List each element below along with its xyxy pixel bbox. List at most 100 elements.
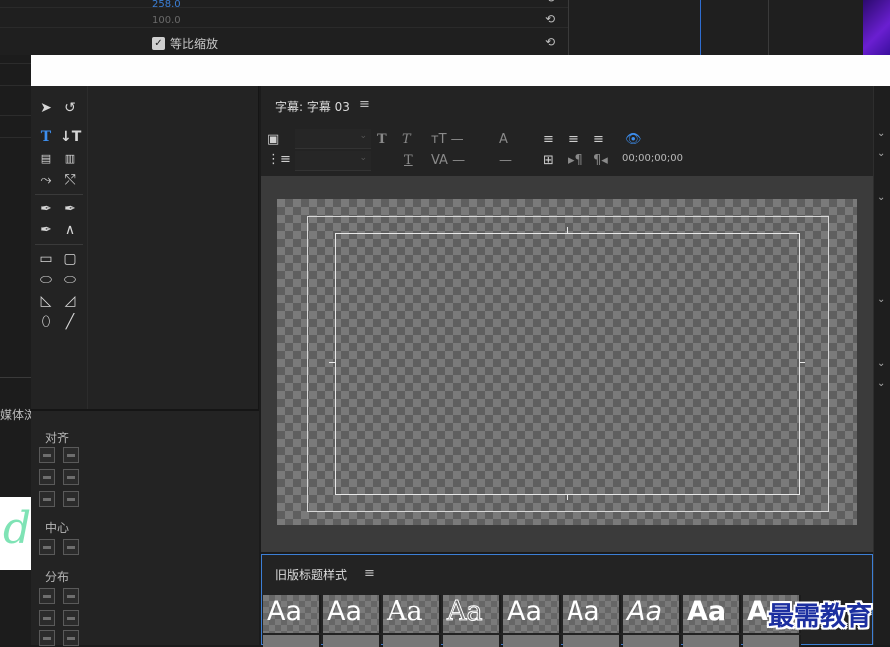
ellipse-tool-icon[interactable]: ⬯ [36,313,56,331]
ec-row: 258.0 ⟲ [0,0,568,10]
distribute-vcenter-icon[interactable] [63,610,79,626]
center-horizontal-icon[interactable] [39,539,55,555]
style-swatch[interactable] [263,635,321,647]
rotation-tool-icon[interactable]: ↺ [60,99,80,117]
underline-icon[interactable]: T [404,153,413,169]
clipped-rectangle-tool-icon[interactable]: ⬭ [36,271,56,289]
style-swatch[interactable] [323,635,381,647]
rounded-rectangle-tool-icon[interactable]: ▢ [60,250,80,268]
area-type-tool-icon[interactable]: ▤ [36,150,56,168]
style-swatch[interactable] [563,635,621,647]
style-swatch[interactable]: Aa [323,595,381,633]
chevron-down-icon[interactable]: ⌄ [877,192,885,203]
distribute-right-icon[interactable] [39,630,55,646]
panel-menu-icon[interactable]: ≡ [359,97,370,112]
chevron-down-icon[interactable]: ⌄ [877,128,885,139]
chevron-down-icon[interactable]: ⌄ [877,294,885,305]
divider [35,194,83,195]
style-swatch[interactable] [443,635,501,647]
divider [87,86,88,409]
style-swatch[interactable] [383,635,441,647]
value-field[interactable]: 258.0 [152,0,181,10]
align-right-text-icon[interactable]: ≡ [593,132,604,148]
new-title-icon[interactable]: ▣ [267,132,279,148]
font-family-dropdown[interactable]: ⌄ [295,129,371,149]
reset-icon[interactable]: ⟲ [545,0,559,4]
align-top-icon[interactable] [63,447,79,463]
rounded-corner-tool-icon[interactable]: ⬭ [60,271,80,289]
distribute-bottom-icon[interactable] [63,630,79,646]
align-left-icon[interactable] [39,447,55,463]
style-swatch[interactable]: Aa [383,595,441,633]
ec-row: 100.0 ⟲ [0,10,568,28]
rtl-text-icon[interactable]: ¶◂ [593,153,608,169]
center-vertical-icon[interactable] [63,539,79,555]
align-left-text-icon[interactable]: ≡ [543,132,554,148]
font-size-icon[interactable]: тT — [431,132,464,148]
panel-menu-icon[interactable]: ≡ [364,566,375,581]
media-browser-tab[interactable]: 媒体浏 [0,406,31,423]
value-field[interactable]: 100.0 [152,15,181,26]
align-center-text-icon[interactable]: ≡ [568,132,579,148]
style-swatch[interactable]: Aa [623,595,681,633]
wedge-tool-icon[interactable]: ◺ [36,292,56,310]
vertical-path-type-tool-icon[interactable]: ⤲ [60,171,80,189]
align-vcenter-icon[interactable] [63,469,79,485]
type-tool-icon[interactable]: T [36,128,56,146]
style-swatch[interactable]: Aa [683,595,741,633]
delete-anchor-tool-icon[interactable]: ✒ [60,200,80,218]
chevron-down-icon[interactable]: ⌄ [877,358,885,369]
arc-tool-icon[interactable]: ◿ [60,292,80,310]
rectangle-tool-icon[interactable]: ▭ [36,250,56,268]
tab-stops-icon[interactable]: ⊞ [543,153,554,169]
line-tool-icon[interactable]: ╱ [60,313,80,331]
vertical-type-tool-icon[interactable]: ↓T [60,128,81,146]
reset-icon[interactable]: ⟲ [545,36,559,48]
kerning-icon[interactable]: VA — [431,153,465,169]
chevron-down-icon[interactable]: ⌄ [877,148,885,159]
styles-tab[interactable]: 旧版标题样式 [275,566,347,583]
reset-icon[interactable]: ⟲ [545,13,559,25]
distribute-top-icon[interactable] [63,588,79,604]
convert-anchor-tool-icon[interactable]: ∧ [60,221,80,239]
title-tab[interactable]: 字幕: 字幕 03 [275,98,350,115]
style-swatch[interactable]: Aa [503,595,561,633]
uniform-scale-checkbox[interactable]: ✓ [152,37,165,50]
style-swatch[interactable]: Aa [563,595,621,633]
leading-icon[interactable]: A [499,132,508,148]
show-background-video-icon[interactable]: 👁 [625,132,642,148]
selection-tool-icon[interactable]: ➤ [36,99,56,117]
vertical-area-type-tool-icon[interactable]: ▥ [60,150,80,168]
ltr-text-icon[interactable]: ▸¶ [568,153,583,169]
align-right-icon[interactable] [39,491,55,507]
bold-icon[interactable]: T [377,132,387,148]
pen-tool-icon[interactable]: ✒ [36,200,56,218]
font-style-dropdown[interactable]: ⌄ [295,151,371,171]
style-swatch[interactable] [683,635,741,647]
align-hcenter-icon[interactable] [39,469,55,485]
baseline-shift-icon[interactable]: — [499,153,512,169]
title-canvas[interactable] [277,199,857,525]
roll-crawl-options-icon[interactable]: ⋮≡ [267,152,291,168]
style-swatch[interactable] [623,635,681,647]
divider [768,0,769,55]
divider [0,85,31,86]
italic-icon[interactable]: T [402,132,411,148]
align-bottom-icon[interactable] [63,491,79,507]
distribute-hcenter-icon[interactable] [39,610,55,626]
style-swatch[interactable] [743,635,801,647]
divider [0,115,31,116]
add-anchor-tool-icon[interactable]: ✒ [36,221,56,239]
dialog-titlebar [31,55,890,86]
style-swatch[interactable]: Aa [263,595,321,633]
path-type-tool-icon[interactable]: ⤳ [36,171,56,189]
style-swatch[interactable] [503,635,561,647]
center-marker-left [329,362,335,363]
distribute-section-label: 分布 [45,570,70,584]
chevron-down-icon[interactable]: ⌄ [877,378,885,389]
style-swatch[interactable]: Aa [443,595,501,633]
divider [35,244,83,245]
right-properties-strip: ⌄ ⌄ ⌄ ⌄ ⌄ ⌄ [873,86,890,645]
distribute-left-icon[interactable] [39,588,55,604]
background-timecode[interactable]: 00;00;00;00 [622,153,683,164]
